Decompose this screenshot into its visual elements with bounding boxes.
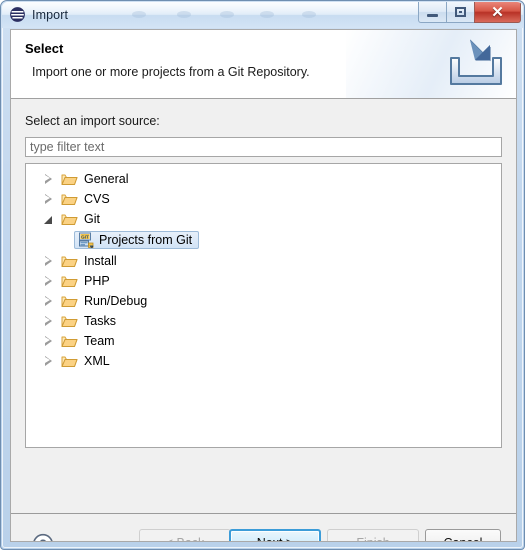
tree-item-label: General xyxy=(84,171,129,186)
maximize-icon xyxy=(455,7,466,17)
tree-item-label: PHP xyxy=(84,273,110,288)
import-source-label: Select an import source: xyxy=(25,114,160,128)
tree-item-git[interactable]: Git xyxy=(26,209,501,229)
wizard-body: Select an import source: General xyxy=(11,99,516,541)
help-question-icon[interactable]: ? xyxy=(32,533,54,542)
title-reflection xyxy=(220,11,234,18)
tree-item-install[interactable]: Install xyxy=(26,251,501,271)
svg-text:?: ? xyxy=(39,538,47,542)
folder-icon xyxy=(61,294,78,308)
folder-icon xyxy=(61,254,78,268)
dialog-client-area: Select Import one or more projects from … xyxy=(10,29,517,542)
maximize-button[interactable] xyxy=(446,2,475,23)
finish-button-label: Finish xyxy=(356,536,389,541)
tree-item-label: Run/Debug xyxy=(84,293,148,308)
finish-button[interactable]: Finish xyxy=(327,529,419,541)
import-source-tree[interactable]: General CVS Git GIT Projects from Git In… xyxy=(25,163,502,448)
tree-item-label: Git xyxy=(84,211,100,226)
tree-child-row: GIT Projects from Git xyxy=(26,229,501,251)
chevron-right-icon[interactable] xyxy=(40,256,56,266)
folder-icon xyxy=(61,334,78,348)
title-reflection xyxy=(132,11,146,18)
next-button[interactable]: Next > xyxy=(229,529,321,541)
tree-item-label: Install xyxy=(84,253,117,268)
tree-item-tasks[interactable]: Tasks xyxy=(26,311,501,331)
back-button-label: < Back xyxy=(166,536,205,541)
title-reflection xyxy=(302,11,316,18)
chevron-right-icon[interactable] xyxy=(40,316,56,326)
dialog-window: Import ✕ Select Import one or more proje… xyxy=(0,0,525,550)
tree-item-php[interactable]: PHP xyxy=(26,271,501,291)
minimize-icon xyxy=(427,13,438,17)
tree-item-team[interactable]: Team xyxy=(26,331,501,351)
eclipse-icon xyxy=(9,6,26,23)
tree-item-run-debug[interactable]: Run/Debug xyxy=(26,291,501,311)
tree-item-label: XML xyxy=(84,353,110,368)
svg-text:GIT: GIT xyxy=(81,234,89,239)
git-projects-icon: GIT xyxy=(78,232,94,248)
folder-icon xyxy=(61,354,78,368)
chevron-right-icon[interactable] xyxy=(40,276,56,286)
filter-input[interactable] xyxy=(25,137,502,157)
tree-item-xml[interactable]: XML xyxy=(26,351,501,371)
wizard-header: Select Import one or more projects from … xyxy=(11,30,516,99)
title-reflection xyxy=(177,11,191,18)
page-description: Import one or more projects from a Git R… xyxy=(32,65,310,79)
title-bar[interactable]: Import ✕ xyxy=(2,2,523,28)
chevron-down-icon[interactable] xyxy=(40,215,56,224)
tree-item-projects-from-git[interactable]: GIT Projects from Git xyxy=(74,231,200,249)
folder-icon xyxy=(61,192,78,206)
folder-icon xyxy=(61,172,78,186)
tree-item-cvs[interactable]: CVS xyxy=(26,189,501,209)
tree-item-label: Tasks xyxy=(84,313,116,328)
next-button-label: Next > xyxy=(257,536,293,541)
title-bar-left-group: Import xyxy=(9,6,68,23)
cancel-button[interactable]: Cancel xyxy=(425,529,501,541)
title-reflection xyxy=(260,11,274,18)
tree-item-label: Team xyxy=(84,333,115,348)
minimize-button[interactable] xyxy=(418,2,447,23)
tree-item-label: Projects from Git xyxy=(99,233,193,247)
folder-icon xyxy=(61,274,78,288)
folder-icon xyxy=(61,212,78,226)
window-title: Import xyxy=(32,7,69,22)
tree-item-label: CVS xyxy=(84,191,110,206)
page-title: Select xyxy=(25,41,64,56)
chevron-right-icon[interactable] xyxy=(40,296,56,306)
close-button[interactable]: ✕ xyxy=(474,2,521,23)
chevron-right-icon[interactable] xyxy=(40,356,56,366)
import-arrow-tray-icon xyxy=(445,36,507,92)
chevron-right-icon[interactable] xyxy=(40,336,56,346)
chevron-right-icon[interactable] xyxy=(40,174,56,184)
cancel-button-label: Cancel xyxy=(444,536,483,541)
close-icon: ✕ xyxy=(491,3,504,21)
back-button[interactable]: < Back xyxy=(139,529,231,541)
folder-icon xyxy=(61,314,78,328)
chevron-right-icon[interactable] xyxy=(40,194,56,204)
button-bar: ? < Back Next > Finish Cancel xyxy=(11,514,516,542)
tree-item-general[interactable]: General xyxy=(26,169,501,189)
window-controls: ✕ xyxy=(418,2,521,23)
